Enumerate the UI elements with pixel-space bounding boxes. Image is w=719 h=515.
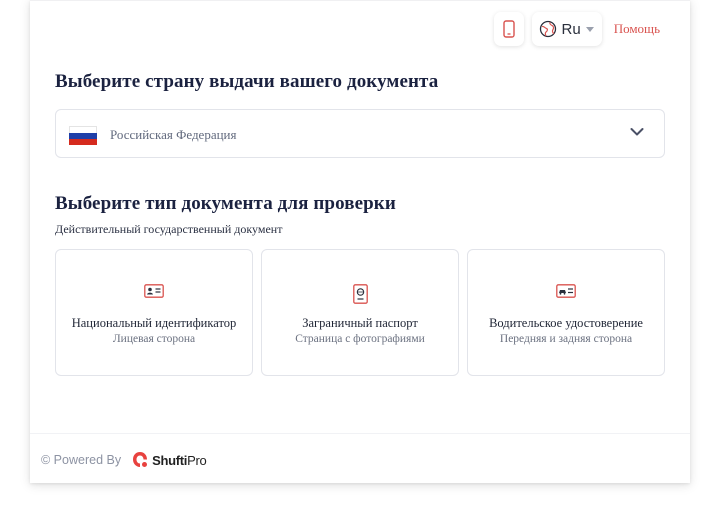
shufti-pro-logo[interactable]: ShuftiPro [132, 451, 207, 469]
doc-option-passport[interactable]: Заграничный паспорт Страница с фотографи… [261, 249, 459, 376]
mobile-phone-icon [502, 20, 515, 38]
help-link[interactable]: Помощь [614, 21, 660, 37]
country-section-title: Выберите страну выдачи вашего документа [55, 71, 439, 92]
caret-down-icon [585, 26, 594, 32]
id-card-icon [144, 284, 164, 298]
doc-option-national-id[interactable]: Национальный идентификатор Лицевая сторо… [55, 249, 253, 376]
powered-by-footer: © Powered By ShuftiPro [41, 451, 207, 469]
selected-country: Российская Федерация [110, 127, 237, 142]
document-section-title: Выберите тип документа для проверки [55, 193, 396, 214]
verification-card: Ru Помощь Выберите страну выдачи вашего … [30, 0, 690, 483]
top-toolbar: Ru Помощь [493, 12, 660, 46]
passport-icon [352, 284, 368, 304]
doc-option-title: Национальный идентификатор [71, 316, 237, 330]
language-selector[interactable]: Ru [531, 12, 602, 46]
russia-flag-icon [69, 126, 97, 145]
document-section-subtitle: Действительный государственный документ [55, 222, 283, 236]
doc-option-title: Водительское удостоверение [489, 316, 643, 330]
chevron-down-icon [630, 128, 644, 136]
footer-divider [30, 433, 690, 434]
doc-option-driving-license[interactable]: Водительское удостоверение Передняя и за… [467, 249, 665, 376]
language-label: Ru [561, 20, 581, 38]
driving-license-icon [556, 284, 576, 298]
doc-option-title: Заграничный паспорт [302, 316, 418, 330]
doc-option-subtitle: Передняя и задняя сторона [499, 333, 633, 345]
country-dropdown[interactable]: Российская Федерация [55, 109, 665, 158]
powered-by-text: © Powered By [41, 453, 122, 467]
brand-name: ShuftiPro [152, 452, 207, 468]
doc-option-subtitle: Страница с фотографиями [295, 333, 425, 345]
globe-icon [539, 20, 556, 38]
shufti-logo-icon [133, 452, 148, 467]
switch-to-mobile-button[interactable] [493, 12, 524, 46]
doc-option-subtitle: Лицевая сторона [112, 333, 196, 345]
